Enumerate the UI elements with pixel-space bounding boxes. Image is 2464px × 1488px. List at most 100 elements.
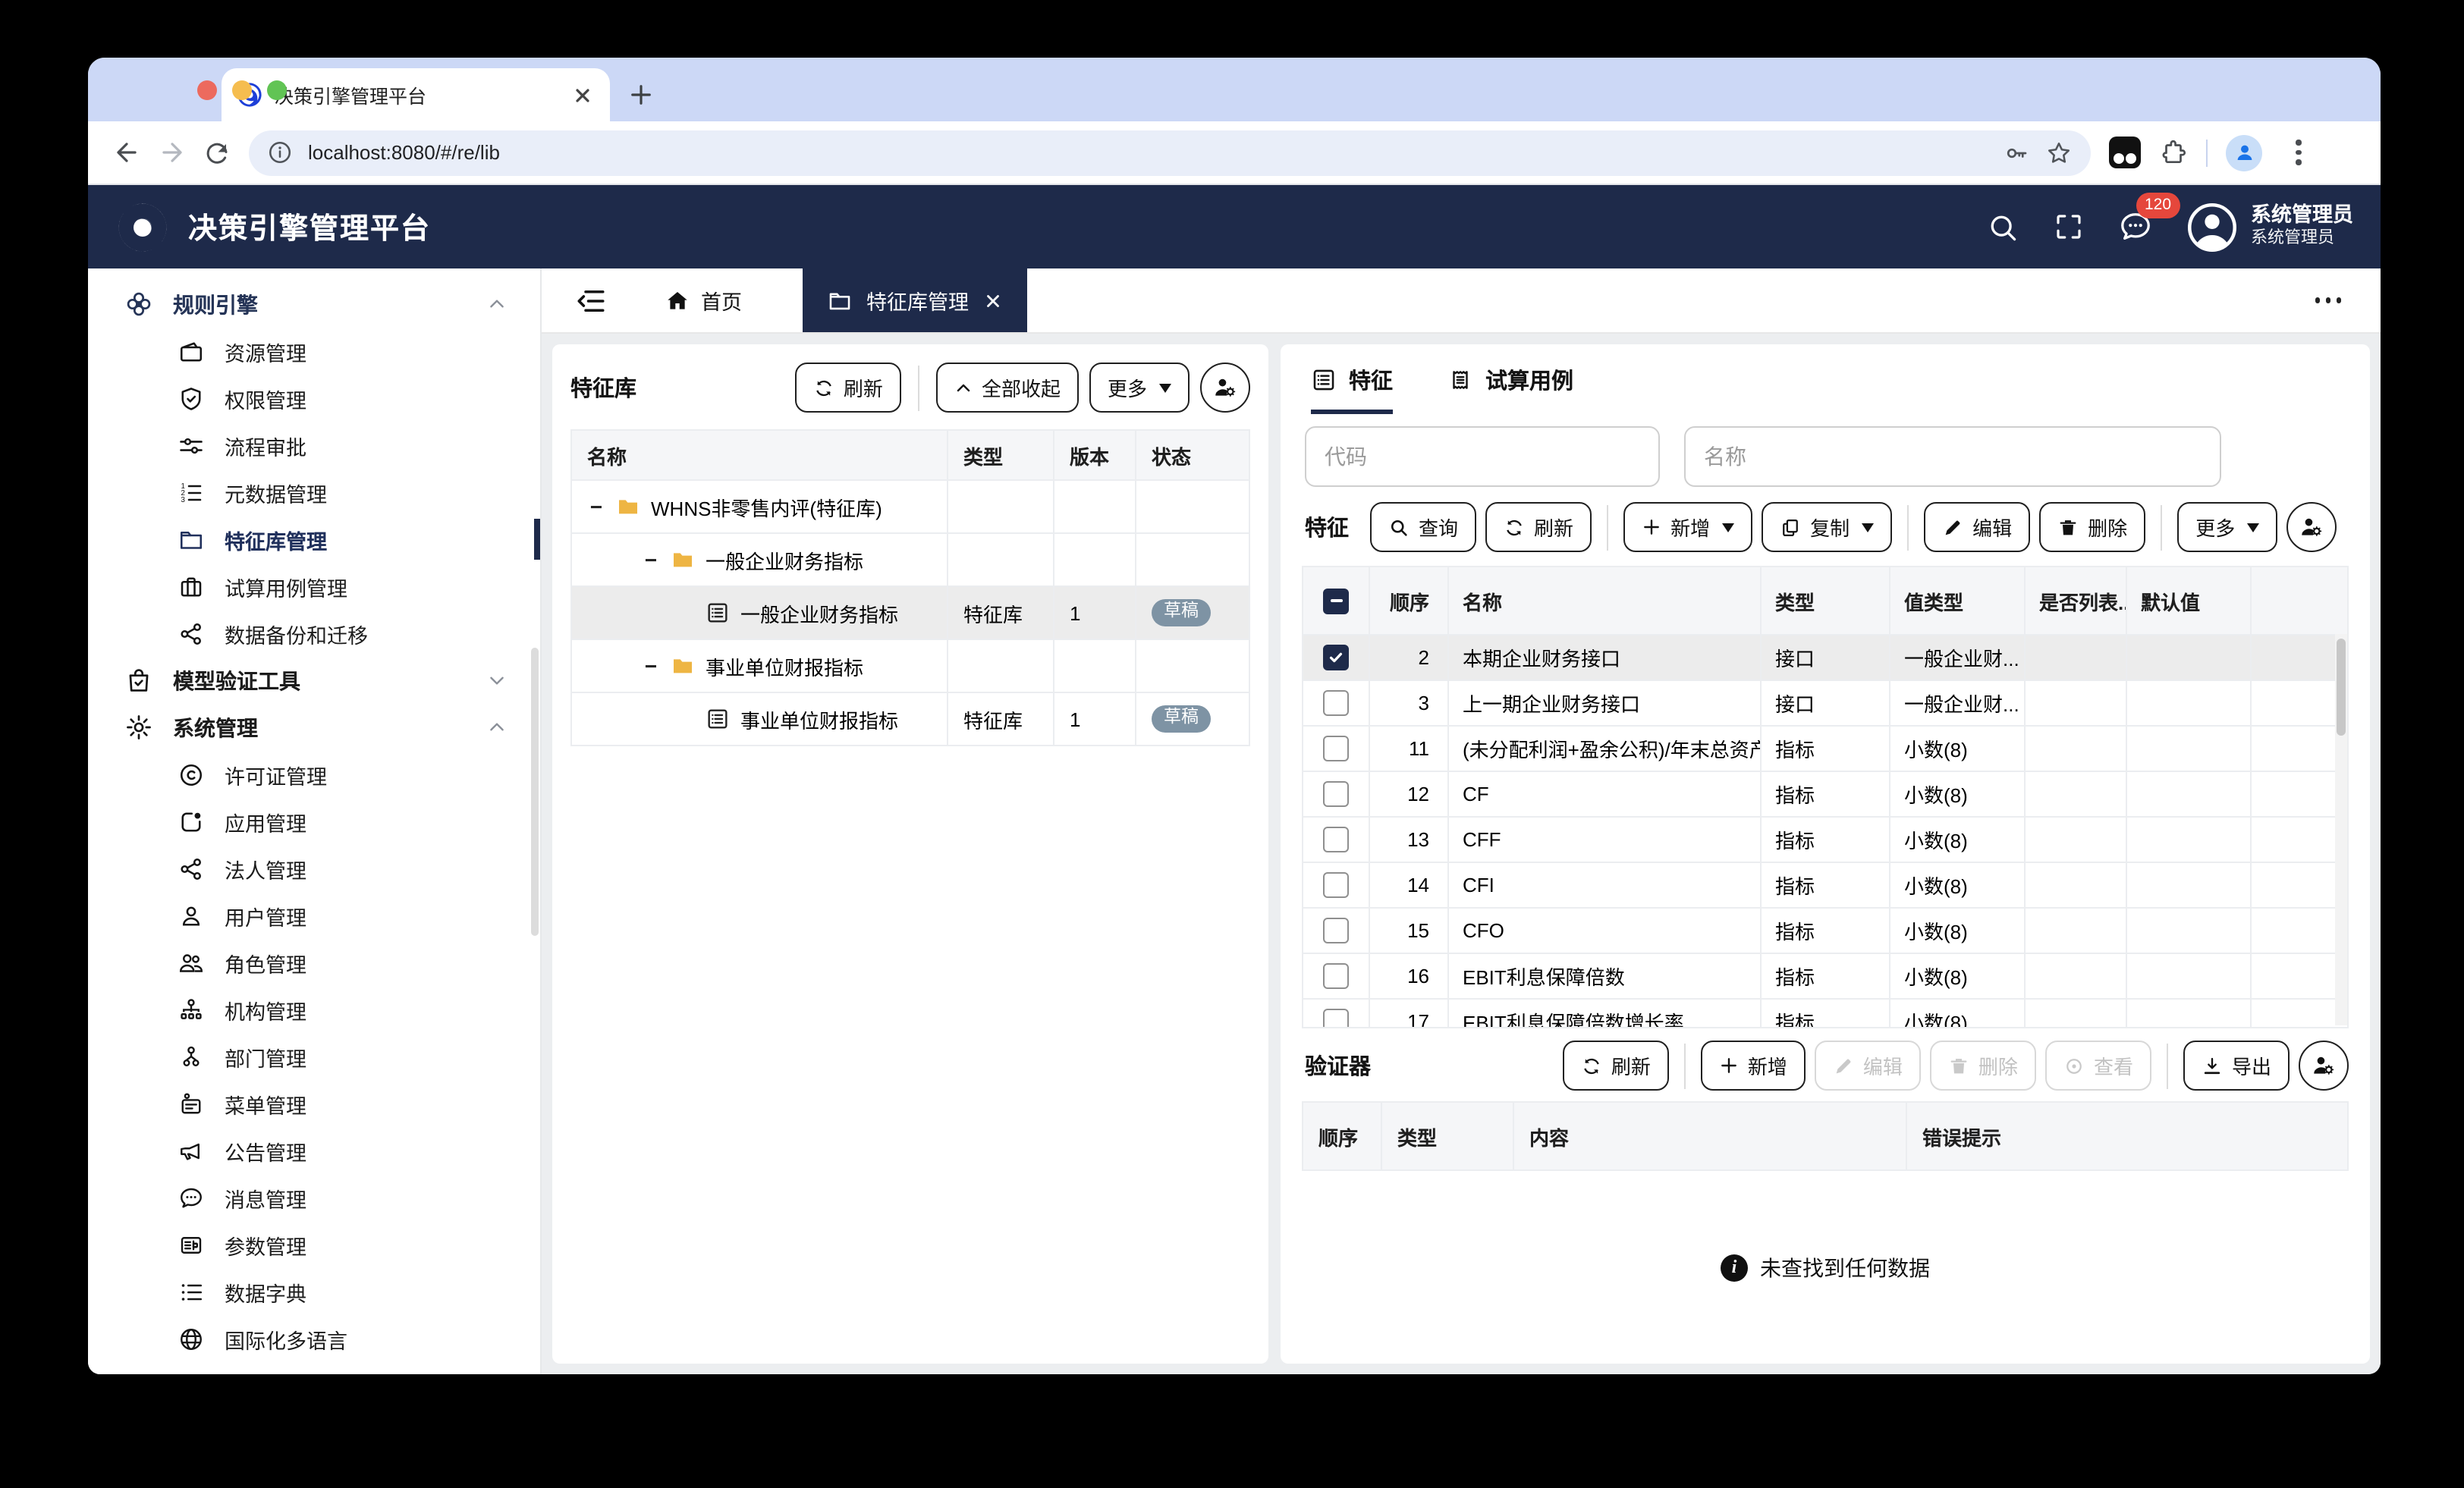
tab-trial-cases[interactable]: 试算用例: [1447, 344, 1573, 414]
fullscreen-icon[interactable]: [2052, 211, 2084, 243]
sidebar-group-system-mgmt[interactable]: 系统管理: [88, 704, 540, 751]
tree-row-selected[interactable]: 一般企业财务指标 特征库 1 草稿: [572, 587, 1249, 640]
tree-row[interactable]: − WHNS非零售内评(特征库): [572, 481, 1249, 534]
collapse-node-icon[interactable]: −: [642, 654, 660, 678]
row-checkbox[interactable]: [1323, 781, 1349, 807]
collapse-node-icon[interactable]: −: [642, 548, 660, 572]
sidebar-group-rule-engine[interactable]: 规则引擎: [88, 281, 540, 328]
close-tab-icon[interactable]: [982, 290, 1002, 310]
column-settings-button[interactable]: [1200, 363, 1250, 413]
refresh-button[interactable]: 刷新: [1485, 502, 1592, 552]
collapse-sidebar-icon[interactable]: [575, 284, 607, 316]
row-checkbox[interactable]: [1323, 872, 1349, 898]
sidebar-item-feature-lib-mgmt[interactable]: 特征库管理: [88, 516, 540, 563]
collapse-node-icon[interactable]: −: [587, 494, 605, 519]
row-checkbox[interactable]: [1323, 645, 1349, 670]
collapse-all-button[interactable]: 全部收起: [936, 363, 1079, 413]
tab-close-icon[interactable]: [570, 83, 595, 107]
site-info-icon[interactable]: [267, 140, 293, 165]
feature-row[interactable]: 15 CFO 指标 小数(8): [1303, 909, 2347, 954]
tab-features[interactable]: 特征: [1311, 344, 1393, 414]
sidebar-item-message-mgmt[interactable]: 消息管理: [88, 1174, 540, 1221]
row-checkbox[interactable]: [1323, 690, 1349, 716]
feature-row[interactable]: 16 EBIT利息保障倍数 指标 小数(8): [1303, 954, 2347, 1000]
tab-options-icon[interactable]: [2305, 289, 2350, 312]
sidebar-item-data-dictionary[interactable]: 数据字典: [88, 1268, 540, 1315]
minimize-window-button[interactable]: [232, 80, 252, 99]
sidebar-item-trial-case-mgmt[interactable]: 试算用例管理: [88, 563, 540, 610]
export-button[interactable]: 导出: [2183, 1041, 2290, 1091]
add-button[interactable]: 新增: [1701, 1041, 1806, 1091]
breadcrumb-home[interactable]: 首页: [665, 285, 742, 315]
sidebar-item-metadata-mgmt[interactable]: 123 元数据管理: [88, 469, 540, 516]
query-button[interactable]: 查询: [1370, 502, 1476, 552]
table-scrollbar[interactable]: [2335, 634, 2347, 1025]
sidebar-item-license-mgmt[interactable]: 许可证管理: [88, 751, 540, 798]
sidebar-item-user-mgmt[interactable]: 用户管理: [88, 892, 540, 939]
new-tab-button[interactable]: [619, 73, 662, 115]
sidebar-item-parameter-mgmt[interactable]: 参数管理: [88, 1221, 540, 1268]
select-all-checkbox[interactable]: [1323, 588, 1349, 614]
sidebar-item-role-mgmt[interactable]: 角色管理: [88, 939, 540, 986]
feature-row[interactable]: 17 EBIT利息保障倍数增长率 指标 小数(8): [1303, 1000, 2347, 1028]
row-checkbox[interactable]: [1323, 736, 1349, 761]
code-filter-input[interactable]: [1305, 426, 1660, 487]
sidebar-item-org-mgmt[interactable]: 机构管理: [88, 986, 540, 1033]
feature-row[interactable]: 14 CFI 指标 小数(8): [1303, 863, 2347, 909]
sidebar-item-dept-mgmt[interactable]: 部门管理: [88, 1033, 540, 1080]
browser-profile-avatar[interactable]: [2226, 134, 2262, 171]
row-checkbox[interactable]: [1323, 963, 1349, 989]
sidebar-group-model-validation[interactable]: 模型验证工具: [88, 657, 540, 704]
more-button[interactable]: 更多: [2177, 502, 2277, 552]
sidebar-scrollbar[interactable]: [531, 648, 539, 936]
user-menu[interactable]: 系统管理员 系统管理员: [2186, 201, 2353, 253]
tree-row[interactable]: − 一般企业财务指标: [572, 534, 1249, 587]
address-bar[interactable]: localhost:8080/#/re/lib: [249, 130, 2091, 175]
more-button[interactable]: 更多: [1089, 363, 1190, 413]
sidebar-item-menu-mgmt[interactable]: 菜单管理: [88, 1080, 540, 1127]
sidebar-item-i18n[interactable]: 国际化多语言: [88, 1315, 540, 1362]
refresh-button[interactable]: 刷新: [795, 363, 901, 413]
extensions-puzzle-icon[interactable]: [2159, 138, 2188, 167]
close-window-button[interactable]: [197, 80, 217, 99]
copy-button[interactable]: 复制: [1762, 502, 1892, 552]
back-button[interactable]: [103, 130, 149, 175]
tab-feature-lib-mgmt[interactable]: 特征库管理: [803, 268, 1026, 332]
add-button[interactable]: 新增: [1623, 502, 1752, 552]
edit-button[interactable]: 编辑: [1924, 502, 2030, 552]
row-checkbox[interactable]: [1323, 827, 1349, 852]
search-icon[interactable]: [1985, 210, 2019, 243]
view-button-disabled[interactable]: 查看: [2045, 1041, 2151, 1091]
feature-row[interactable]: 12 CF 指标 小数(8): [1303, 772, 2347, 818]
sidebar-item-data-backup[interactable]: 数据备份和迁移: [88, 610, 540, 657]
feature-row[interactable]: 11 (未分配利润+盈余公积)/年末总资产 指标 小数(8): [1303, 727, 2347, 772]
extension-icon[interactable]: [2109, 137, 2141, 168]
zoom-window-button[interactable]: [267, 80, 287, 99]
sidebar-item-app-mgmt[interactable]: 应用管理: [88, 798, 540, 845]
sidebar-item-legal-entity-mgmt[interactable]: 法人管理: [88, 845, 540, 892]
password-key-icon[interactable]: [2003, 139, 2030, 166]
feature-row[interactable]: 2 本期企业财务接口 接口 一般企业财...: [1303, 636, 2347, 681]
forward-button[interactable]: [149, 130, 194, 175]
delete-button-disabled[interactable]: 删除: [1930, 1041, 2036, 1091]
bookmark-star-icon[interactable]: [2045, 139, 2073, 166]
refresh-button[interactable]: 刷新: [1563, 1041, 1669, 1091]
name-filter-input[interactable]: [1684, 426, 2221, 487]
reload-button[interactable]: [194, 130, 240, 175]
sidebar-item-workflow-approval[interactable]: 流程审批: [88, 422, 540, 469]
chrome-menu-icon[interactable]: [2286, 140, 2310, 165]
edit-button-disabled[interactable]: 编辑: [1815, 1041, 1921, 1091]
column-settings-button[interactable]: [2299, 1041, 2349, 1091]
column-settings-button[interactable]: [2286, 502, 2337, 552]
feature-row[interactable]: 13 CFF 指标 小数(8): [1303, 818, 2347, 863]
delete-button[interactable]: 删除: [2039, 502, 2145, 552]
sidebar-item-announcement-mgmt[interactable]: 公告管理: [88, 1127, 540, 1174]
tree-row[interactable]: 事业单位财报指标 特征库 1 草稿: [572, 693, 1249, 745]
feature-row[interactable]: 3 上一期企业财务接口 接口 一般企业财...: [1303, 681, 2347, 727]
sidebar-item-resource-mgmt[interactable]: 资源管理: [88, 328, 540, 375]
tree-row[interactable]: − 事业单位财报指标: [572, 640, 1249, 693]
messages-icon[interactable]: 120: [2117, 209, 2152, 244]
sidebar-item-permission-mgmt[interactable]: 权限管理: [88, 375, 540, 422]
row-checkbox[interactable]: [1323, 918, 1349, 943]
row-checkbox[interactable]: [1323, 1009, 1349, 1028]
